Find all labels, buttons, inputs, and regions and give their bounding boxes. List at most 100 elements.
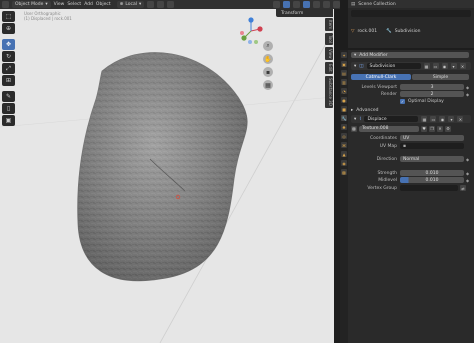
menu-object[interactable]: Object xyxy=(96,2,111,7)
viewport-display-icon[interactable]: ▭ xyxy=(432,63,439,69)
shading-solid-icon[interactable] xyxy=(313,1,320,8)
render-tab-icon[interactable]: ▣ xyxy=(341,61,347,67)
texture-tab-icon[interactable]: ▩ xyxy=(341,169,347,175)
displace-panel-header[interactable]: ▾ ⌇ Displace ▦ ▭ ◉ ▾ ✕ xyxy=(351,115,471,123)
outliner-item-object[interactable]: ▽ rock.001 🔧 Subdivision xyxy=(348,27,474,35)
pan-hand-icon[interactable]: ✋ xyxy=(263,54,273,64)
data-tab-icon[interactable]: ▲ xyxy=(341,151,347,157)
dropdown-icon[interactable]: ▾ xyxy=(450,63,457,69)
orientation-dropdown[interactable]: ⊕ Local ▾ xyxy=(116,1,145,8)
tool-tab-icon[interactable]: ✦ xyxy=(341,52,347,58)
tab-edit[interactable]: Edit xyxy=(325,62,333,75)
render-display-icon[interactable]: ◉ xyxy=(439,116,446,122)
annotate-icon[interactable]: ✎ xyxy=(2,91,15,102)
output-tab-icon[interactable]: ▤ xyxy=(341,70,347,76)
tab-view[interactable]: View xyxy=(325,46,333,61)
transform-panel-header[interactable]: Transform xyxy=(276,9,333,17)
tab-item[interactable]: Item xyxy=(325,18,333,32)
tab-tool[interactable]: Tool xyxy=(325,33,333,45)
object-tab-icon[interactable]: ■ xyxy=(341,106,347,112)
outliner-search-input[interactable] xyxy=(351,10,471,17)
object-name: rock.001 xyxy=(357,28,378,34)
duplicate-icon[interactable]: ❐ xyxy=(429,125,435,132)
strength-field[interactable]: 0.010 xyxy=(400,170,464,176)
pivot-icon[interactable] xyxy=(147,1,155,8)
menu-select[interactable]: Select xyxy=(67,2,81,7)
material-tab-icon[interactable]: ◉ xyxy=(341,160,347,166)
world-tab-icon[interactable]: ● xyxy=(341,97,347,103)
vertex-group-label: Vertex Group xyxy=(367,186,397,191)
measure-icon[interactable]: ▯ xyxy=(2,103,15,114)
midlevel-field[interactable]: 0.010 xyxy=(400,177,464,183)
simple-button[interactable]: Simple xyxy=(412,74,469,80)
subdivision-name-field[interactable]: Subdivision xyxy=(366,63,421,69)
zoom-icon[interactable]: ⌕ xyxy=(263,41,273,51)
menu-view[interactable]: View xyxy=(54,2,65,7)
orientation-label: Local xyxy=(125,2,138,7)
coordinates-dropdown[interactable]: UV xyxy=(400,135,464,141)
optimal-display-checkbox[interactable]: ✓ xyxy=(400,99,405,104)
subdivision-panel-header[interactable]: ▾ ◫ Subdivision ▦ ▭ ◉ ▾ ✕ xyxy=(351,62,471,70)
shading-rendered-icon[interactable] xyxy=(333,1,340,8)
select-box-icon[interactable]: ⬚ xyxy=(2,11,15,22)
fake-user-icon[interactable]: ♥ xyxy=(421,125,427,132)
invert-icon[interactable]: ⇄ xyxy=(460,185,466,191)
navigation-gizmo[interactable] xyxy=(236,16,266,46)
subsurf-icon: ◫ xyxy=(359,63,364,69)
keyframe-dot-icon[interactable]: ◆ xyxy=(466,171,469,176)
uv-map-label: UV Map xyxy=(379,144,397,149)
edit-mode-icon[interactable]: ▦ xyxy=(423,63,430,69)
particles-tab-icon[interactable]: ✺ xyxy=(341,124,347,130)
cursor-icon[interactable]: ⊕ xyxy=(2,23,15,34)
unlink-icon[interactable]: ✕ xyxy=(437,125,443,132)
tab-substance[interactable]: Substance 3D xyxy=(325,76,333,108)
3d-viewport[interactable]: User Orthographic (1) Displaced | rock.0… xyxy=(0,9,334,343)
mode-dropdown[interactable]: Object Mode ▾ xyxy=(12,1,51,8)
render-levels-field[interactable]: 2 xyxy=(400,91,464,97)
overlay-icon[interactable] xyxy=(293,1,300,8)
modifier-tab-icon[interactable]: 🔧 xyxy=(341,115,347,121)
displace-name-field[interactable]: Displace xyxy=(364,116,419,122)
keyframe-dot-icon[interactable]: ◆ xyxy=(466,157,469,162)
constraints-tab-icon[interactable]: ⌘ xyxy=(341,142,347,148)
transform-icon[interactable]: ⊞ xyxy=(2,75,15,86)
close-icon[interactable]: ✕ xyxy=(457,116,464,122)
editor-type-icon[interactable] xyxy=(2,1,9,8)
scene-tab-icon[interactable]: ◔ xyxy=(341,88,347,94)
rotate-icon[interactable]: ↻ xyxy=(2,51,15,62)
camera-icon[interactable]: ▪ xyxy=(263,67,273,77)
keyframe-dot-icon[interactable]: ◆ xyxy=(466,92,469,97)
catmull-clark-button[interactable]: Catmull-Clark xyxy=(351,74,411,80)
xray-icon[interactable] xyxy=(303,1,310,8)
edit-mode-icon[interactable]: ▦ xyxy=(421,116,428,122)
view-layer-tab-icon[interactable]: ▥ xyxy=(341,79,347,85)
direction-dropdown[interactable]: Normal xyxy=(400,156,464,162)
viewport-display-icon[interactable]: ▭ xyxy=(430,116,437,122)
close-icon[interactable]: ✕ xyxy=(459,63,466,69)
physics-tab-icon[interactable]: ◎ xyxy=(341,133,347,139)
keyframe-dot-icon[interactable]: ◆ xyxy=(466,85,469,90)
add-cube-icon[interactable]: ▣ xyxy=(2,115,15,126)
texture-settings-icon[interactable]: ⚙ xyxy=(445,125,451,132)
vertex-group-field[interactable] xyxy=(400,185,458,191)
texture-field[interactable]: Texture.008 xyxy=(359,125,419,132)
optimal-display-row: ✓ Optimal Display xyxy=(400,99,444,104)
gizmo-toggle-icon[interactable] xyxy=(283,1,290,8)
keyframe-dot-icon[interactable]: ◆ xyxy=(466,178,469,183)
add-modifier-button[interactable]: ▾ Add Modifier xyxy=(351,52,469,58)
shading-material-icon[interactable] xyxy=(323,1,330,8)
visibility-icon[interactable] xyxy=(273,1,280,8)
chevron-down-icon: ▾ xyxy=(45,2,48,7)
render-display-icon[interactable]: ◉ xyxy=(441,63,448,69)
menu-add[interactable]: Add xyxy=(84,2,93,7)
advanced-subpanel[interactable]: ▸ Advanced xyxy=(351,107,471,114)
proportional-edit-icon[interactable] xyxy=(167,1,175,8)
scale-icon[interactable]: ⤢ xyxy=(2,63,15,74)
dropdown-icon[interactable]: ▾ xyxy=(448,116,455,122)
uv-map-field[interactable]: ▪ xyxy=(400,143,464,149)
snap-icon[interactable] xyxy=(157,1,165,8)
levels-viewport-field[interactable]: 3 xyxy=(400,84,464,90)
grid-perspective-icon[interactable]: ▦ xyxy=(263,80,273,90)
move-icon[interactable]: ✥ xyxy=(2,39,15,50)
rock-mesh[interactable] xyxy=(0,9,334,343)
